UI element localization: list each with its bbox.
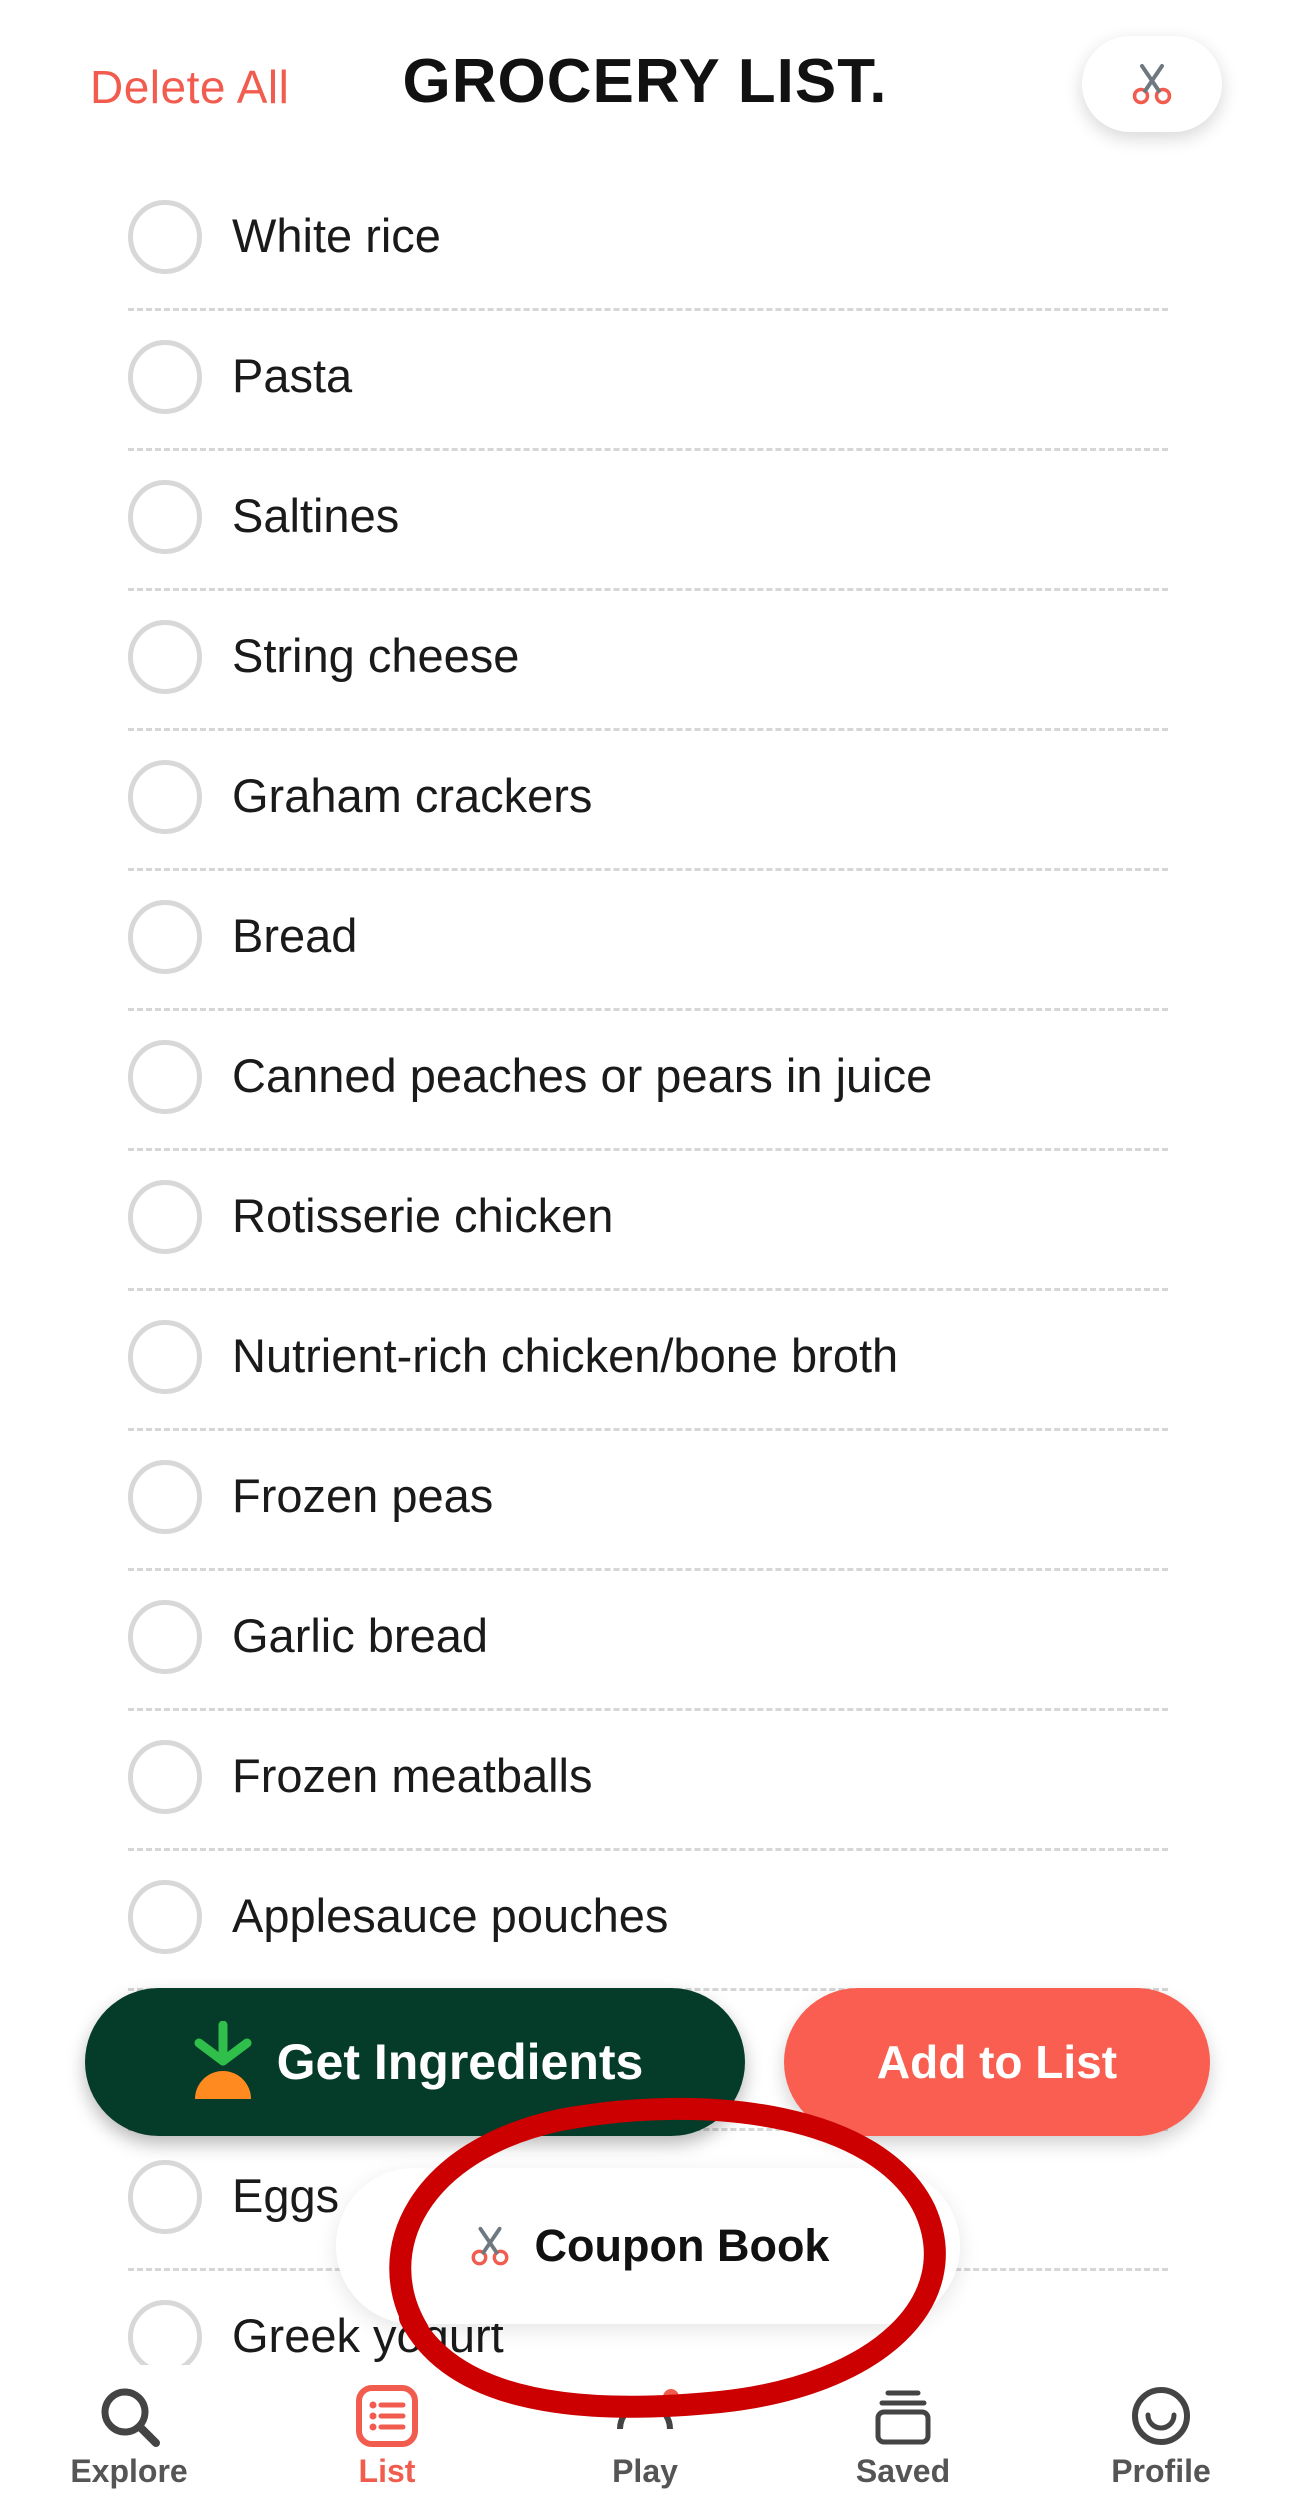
list-item: Applesauce pouches	[128, 1850, 1168, 1991]
item-label: Applesauce pouches	[232, 1889, 669, 1942]
item-checkbox[interactable]	[128, 1460, 202, 1534]
item-label: Bread	[232, 909, 358, 962]
item-label: String cheese	[232, 629, 520, 682]
item-checkbox[interactable]	[128, 760, 202, 834]
item-checkbox[interactable]	[128, 1040, 202, 1114]
list-item: Saltines	[128, 450, 1168, 591]
header: Delete All GROCERY LIST.	[0, 0, 1290, 170]
list-icon	[356, 2385, 418, 2447]
item-checkbox[interactable]	[128, 620, 202, 694]
item-checkbox[interactable]	[128, 2160, 202, 2234]
get-ingredients-button[interactable]: Get Ingredients	[85, 1988, 745, 2136]
notification-dot	[663, 2389, 679, 2405]
tab-list[interactable]: List	[287, 2383, 487, 2503]
scissors-icon	[1132, 64, 1172, 105]
stack-icon	[875, 2390, 931, 2445]
item-label: Rotisserie chicken	[232, 1189, 614, 1242]
item-label: Frozen peas	[232, 1469, 494, 1522]
tab-profile[interactable]: Profile	[1061, 2383, 1261, 2503]
tab-label: Profile	[1111, 2453, 1211, 2489]
coupon-book-label: Coupon Book	[534, 2220, 830, 2271]
list-item: String cheese	[128, 590, 1168, 731]
tab-saved[interactable]: Saved	[803, 2383, 1003, 2503]
list-item: Pasta	[128, 310, 1168, 451]
item-label: Nutrient-rich chicken/bone broth	[232, 1329, 899, 1382]
list-item: Rotisserie chicken	[128, 1150, 1168, 1291]
item-label: Frozen meatballs	[232, 1749, 593, 1802]
item-label: Canned peaches or pears in juice	[232, 1049, 933, 1102]
list-item: Canned peaches or pears in juice	[128, 1010, 1168, 1151]
list-item: Nutrient-rich chicken/bone broth	[128, 1290, 1168, 1431]
tab-label: List	[358, 2453, 416, 2489]
item-checkbox[interactable]	[128, 1600, 202, 1674]
tab-label: Saved	[855, 2453, 951, 2489]
add-to-list-button[interactable]: Add to List	[784, 1988, 1210, 2136]
item-label: White rice	[232, 209, 441, 262]
list-item: Bread	[128, 870, 1168, 1011]
item-checkbox[interactable]	[128, 200, 202, 274]
list-item: Garlic bread	[128, 1570, 1168, 1711]
tab-play[interactable]: Play	[545, 2383, 745, 2503]
add-to-list-label: Add to List	[876, 2036, 1118, 2088]
item-checkbox[interactable]	[128, 1180, 202, 1254]
item-checkbox[interactable]	[128, 900, 202, 974]
item-label: Pasta	[232, 349, 353, 402]
carrot-icon	[194, 2021, 252, 2099]
item-checkbox[interactable]	[128, 1880, 202, 1954]
coupon-book-button[interactable]: Coupon Book	[336, 2168, 960, 2324]
tab-explore[interactable]: Explore	[29, 2383, 229, 2503]
smiley-icon	[1132, 2387, 1190, 2445]
list-item: Frozen meatballs	[128, 1710, 1168, 1851]
tab-label: Play	[612, 2453, 678, 2489]
item-checkbox[interactable]	[128, 480, 202, 554]
list-item: Frozen peas	[128, 1430, 1168, 1571]
item-checkbox[interactable]	[128, 1320, 202, 1394]
item-checkbox[interactable]	[128, 1740, 202, 1814]
list-item: White rice	[128, 170, 1168, 311]
tab-bar: Explore List Play Saved Profile	[0, 2365, 1290, 2517]
item-label: Eggs	[232, 2169, 340, 2222]
item-checkbox[interactable]	[128, 340, 202, 414]
coupon-shortcut-button[interactable]	[1082, 36, 1222, 132]
search-icon	[101, 2388, 160, 2447]
tab-label: Explore	[70, 2453, 188, 2489]
item-label: Saltines	[232, 489, 400, 542]
item-label: Garlic bread	[232, 1609, 488, 1662]
scissors-icon	[471, 2226, 508, 2266]
item-label: Graham crackers	[232, 769, 593, 822]
get-ingredients-label: Get Ingredients	[276, 2034, 644, 2090]
item-checkbox[interactable]	[128, 2300, 202, 2365]
list-item: Graham crackers	[128, 730, 1168, 871]
